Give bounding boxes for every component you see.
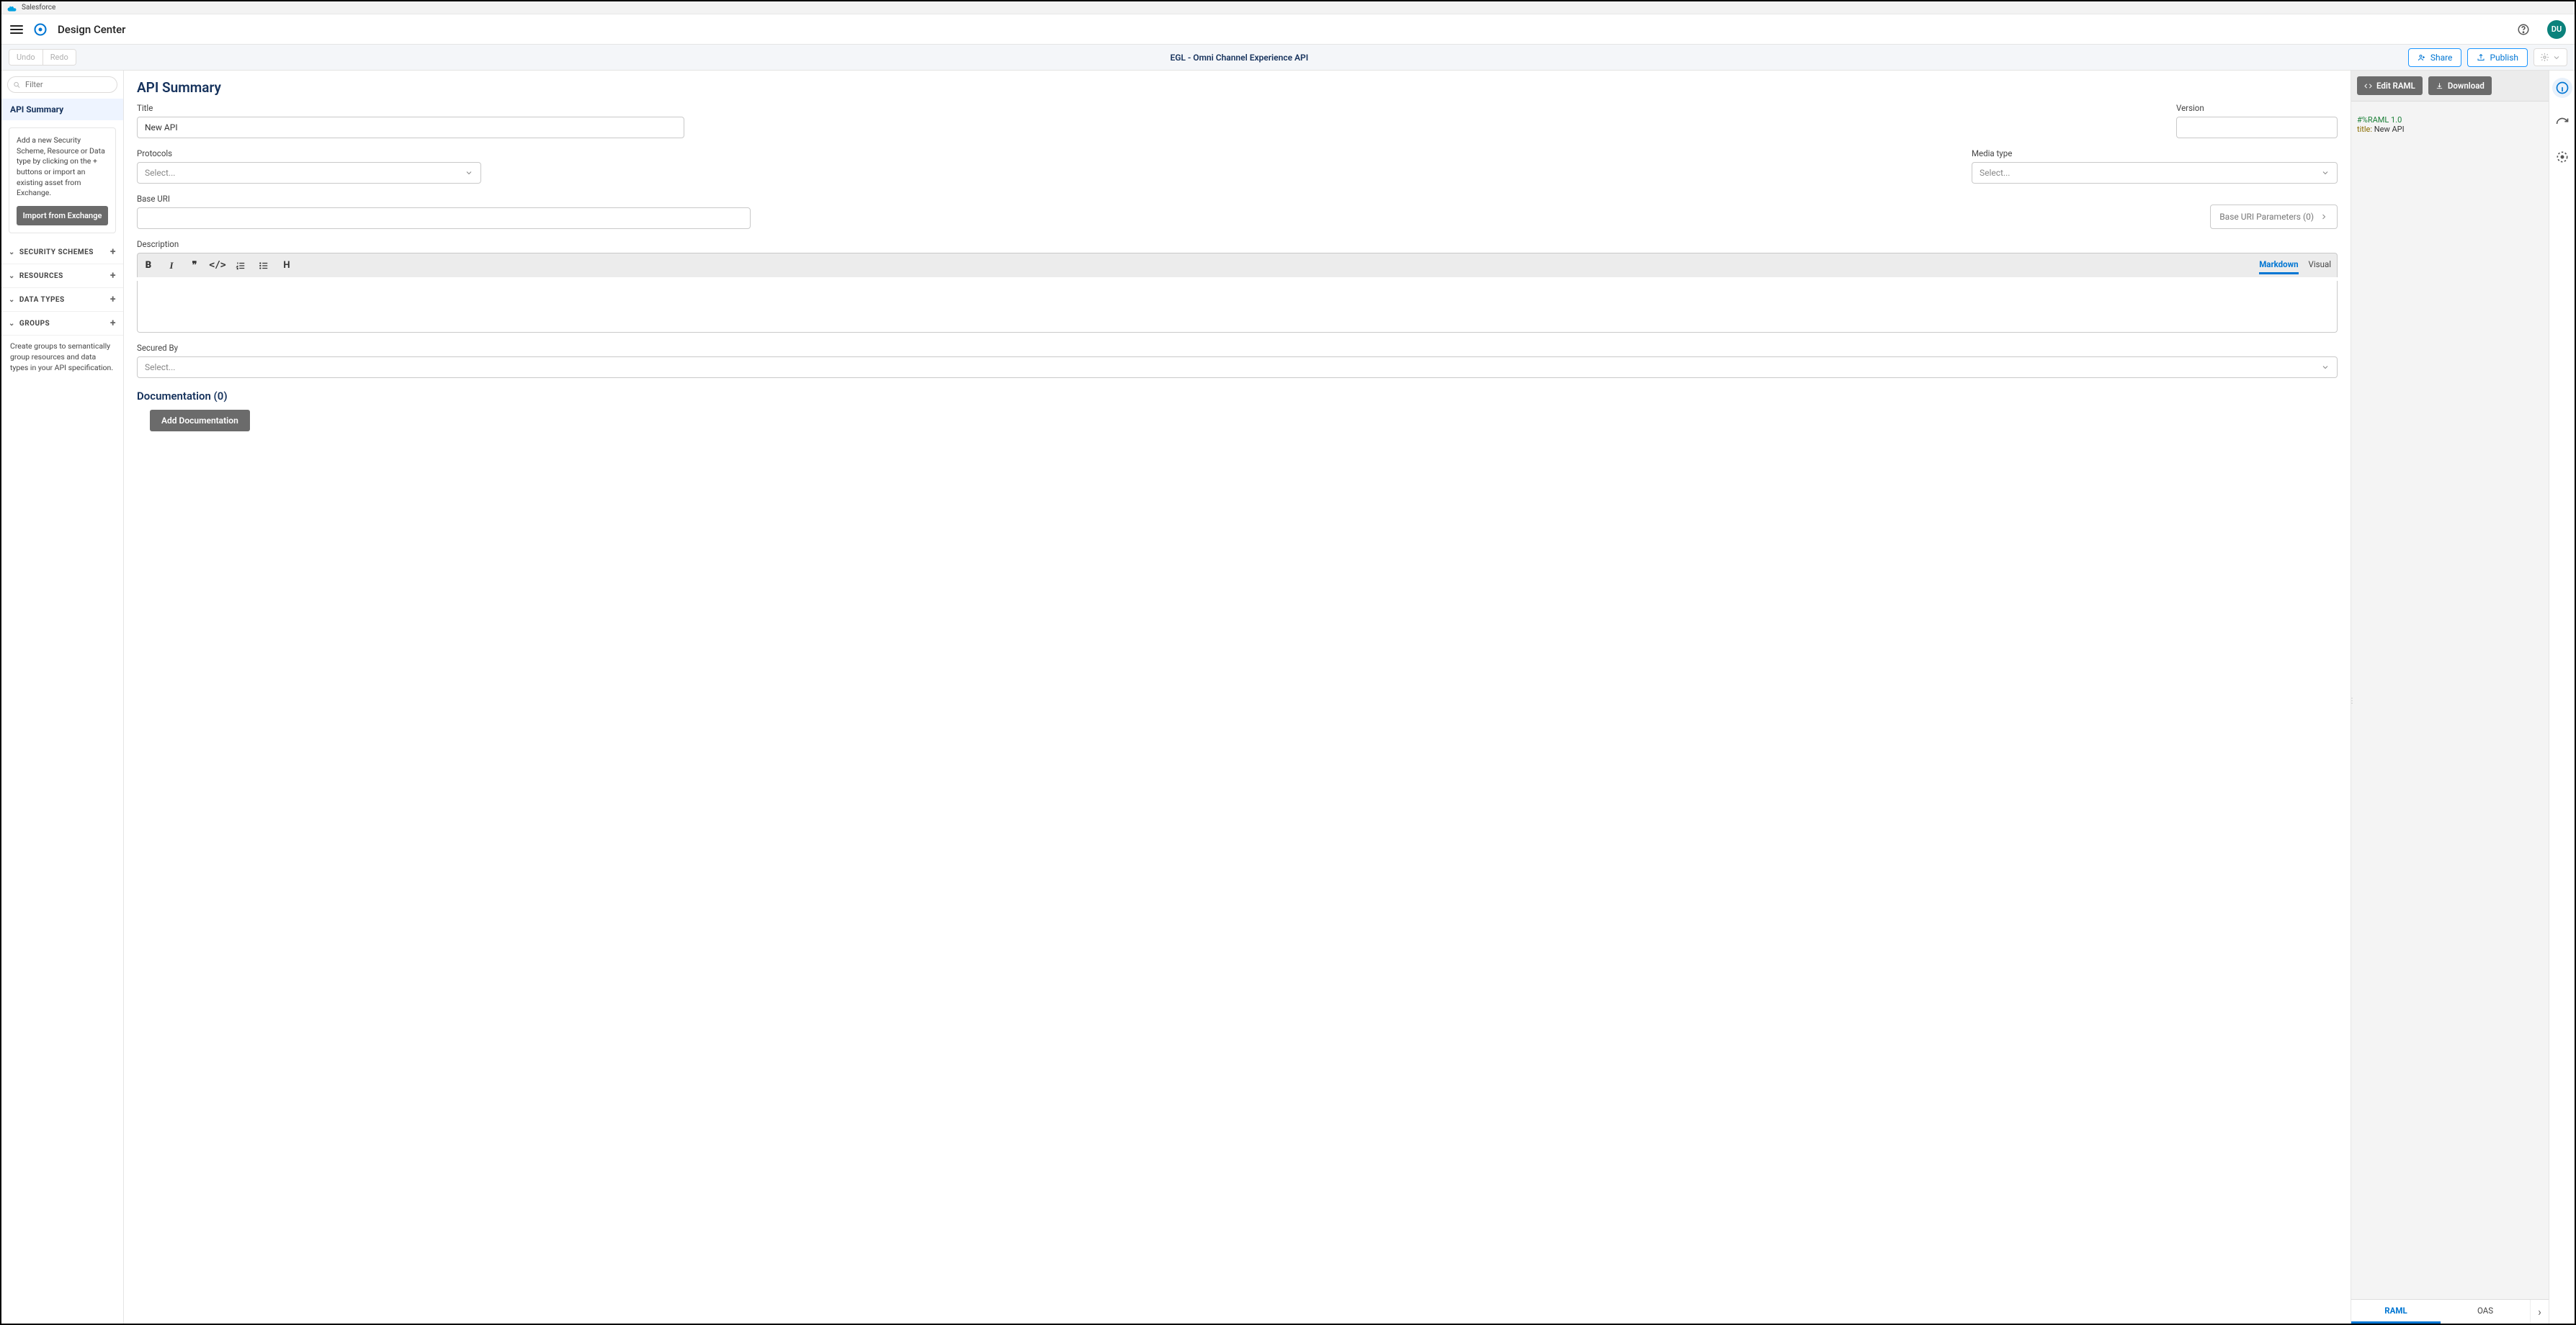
publish-icon [2477, 53, 2485, 62]
add-documentation-button[interactable]: Add Documentation [150, 410, 250, 431]
share-button[interactable]: Share [2408, 48, 2462, 67]
baseuri-input[interactable] [137, 207, 751, 229]
add-resource-button[interactable]: + [110, 270, 116, 282]
edit-raml-button[interactable]: Edit RAML [2357, 76, 2423, 95]
version-label: Version [2176, 103, 2338, 113]
undo-redo-group: Undo Redo [9, 49, 76, 66]
chevron-down-icon: ⌄ [9, 320, 15, 328]
raml-tab[interactable]: RAML [2351, 1300, 2441, 1324]
title-label: Title [137, 103, 684, 113]
baseuri-label: Base URI [137, 194, 751, 204]
code-icon [2364, 82, 2372, 90]
page-title: API Summary [137, 79, 2338, 96]
mock-icon[interactable] [2555, 150, 2570, 164]
version-input[interactable] [2176, 117, 2338, 138]
chevron-down-icon [2321, 363, 2330, 372]
info-icon[interactable] [2552, 78, 2572, 98]
baseuri-parameters-button[interactable]: Base URI Parameters (0) [2210, 205, 2338, 229]
documentation-heading: Documentation (0) [137, 390, 2338, 403]
securedby-select[interactable]: Select... [137, 356, 2338, 378]
salesforce-bar: Salesforce [1, 1, 2575, 14]
title-input[interactable] [137, 117, 684, 138]
chevron-down-icon [2321, 169, 2330, 177]
unordered-list-button[interactable] [259, 261, 269, 271]
chevron-down-icon [465, 169, 473, 177]
sidebar-section-groups[interactable]: ⌄GROUPS + [1, 312, 123, 336]
mediatype-select[interactable]: Select... [1972, 162, 2338, 184]
sidebar-item-api-summary[interactable]: API Summary [1, 99, 123, 120]
add-security-scheme-button[interactable]: + [110, 246, 116, 258]
chevron-down-icon: ⌄ [9, 248, 15, 256]
gear-icon [2540, 53, 2549, 62]
sidebar-hint-text: Add a new Security Scheme, Resource or D… [17, 135, 108, 199]
redo-button[interactable]: Redo [43, 50, 76, 65]
sidebar-section-security-schemes[interactable]: ⌄SECURITY SCHEMES + [1, 241, 123, 264]
chevron-right-icon [2320, 212, 2328, 221]
protocols-select[interactable]: Select... [137, 162, 481, 184]
share-icon [2418, 53, 2426, 62]
cloud-icon [7, 4, 17, 12]
app-title: Design Center [58, 23, 125, 36]
add-data-type-button[interactable]: + [110, 294, 116, 305]
code-preview-pane: ⋮ Edit RAML Download #%RAML 1.0title: Ne… [2351, 71, 2549, 1324]
search-icon [13, 81, 21, 89]
user-avatar[interactable]: DU [2547, 20, 2566, 39]
sidebar-groups-hint: Create groups to semantically group reso… [1, 336, 123, 379]
italic-button[interactable]: I [166, 261, 176, 271]
filter-box [7, 76, 117, 93]
sidebar: API Summary Add a new Security Scheme, R… [1, 71, 124, 1324]
add-group-button[interactable]: + [110, 318, 116, 329]
visual-tab[interactable]: Visual [2309, 256, 2331, 274]
markdown-tab[interactable]: Markdown [2259, 256, 2298, 274]
menu-icon[interactable] [10, 23, 23, 36]
code-pane-footer: RAML OAS › [2351, 1299, 2549, 1324]
ordered-list-button[interactable] [236, 261, 246, 271]
settings-button[interactable] [2533, 48, 2567, 66]
code-pane-header: Edit RAML Download [2351, 71, 2549, 102]
chevron-down-icon [2552, 53, 2561, 62]
chevron-down-icon: ⌄ [9, 296, 15, 304]
description-editor[interactable] [137, 281, 2338, 333]
publish-button[interactable]: Publish [2467, 48, 2528, 67]
oas-tab[interactable]: OAS [2441, 1300, 2530, 1324]
import-from-exchange-button[interactable]: Import from Exchange [17, 206, 108, 225]
chevron-down-icon: ⌄ [9, 272, 15, 280]
filter-input[interactable] [7, 76, 117, 93]
protocols-label: Protocols [137, 148, 481, 158]
description-toolbar: B I ❞ </> H Markdown Visual [137, 253, 2338, 277]
mediatype-label: Media type [1972, 148, 2338, 158]
sidebar-hint-card: Add a new Security Scheme, Resource or D… [9, 127, 116, 233]
help-icon[interactable] [2517, 23, 2530, 36]
toolbar: Undo Redo EGL - Omni Channel Experience … [1, 45, 2575, 71]
right-rail [2549, 71, 2575, 1324]
undo-button[interactable]: Undo [9, 50, 43, 65]
securedby-label: Secured By [137, 343, 2338, 353]
app-header: Design Center DU [1, 14, 2575, 45]
salesforce-brand-label: Salesforce [22, 4, 55, 12]
sidebar-section-resources[interactable]: ⌄RESOURCES + [1, 264, 123, 288]
code-preview: #%RAML 1.0title: New API [2351, 102, 2549, 1299]
description-label: Description [137, 239, 2338, 249]
document-title: EGL - Omni Channel Experience API [76, 53, 2402, 63]
design-center-logo [33, 22, 48, 37]
code-button[interactable]: </> [213, 261, 223, 271]
refresh-icon[interactable] [2555, 117, 2570, 131]
main-content: API Summary Title Version Protocols Sele… [124, 71, 2351, 1324]
heading-button[interactable]: H [282, 261, 292, 271]
download-icon [2436, 82, 2443, 90]
download-button[interactable]: Download [2428, 76, 2492, 95]
expand-arrow-button[interactable]: › [2530, 1300, 2549, 1324]
blockquote-button[interactable]: ❞ [189, 261, 200, 271]
resize-handle[interactable]: ⋮ [2348, 697, 2356, 705]
sidebar-section-data-types[interactable]: ⌄DATA TYPES + [1, 288, 123, 312]
bold-button[interactable]: B [143, 261, 153, 271]
